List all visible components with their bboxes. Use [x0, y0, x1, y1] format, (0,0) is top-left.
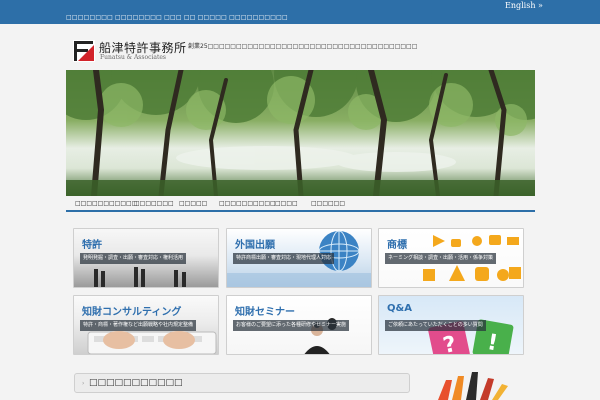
site-tagline: □□□□□□□□ □□□□□□□□ □□□ □□ □□□□□ □□□□□□□□□… — [66, 14, 288, 21]
english-link[interactable]: English » — [505, 1, 543, 10]
top-bar: □□□□□□□□ □□□□□□□□ □□□ □□ □□□□□ □□□□□□□□□… — [0, 0, 600, 24]
tile-subtitle: 特許商標出願・審査対応・現地代理人対応 — [233, 253, 335, 264]
tile-subtitle: ご依頼にあたっていただくことの多い質問 — [385, 320, 486, 331]
news-section-title: □□□□□□□□□□□ — [89, 378, 183, 388]
tile-subtitle: 特許・商標・著作権など出願戦略や社内規定整備 — [80, 320, 197, 331]
logo-subtext: Funatsu & Associates — [100, 54, 166, 61]
tile-consulting[interactable]: 知財コンサルティング 特許・商標・著作権など出願戦略や社内規定整備 — [73, 295, 219, 355]
nav-item-6[interactable]: □□□□□□ — [311, 200, 345, 207]
tile-title: 知財コンサルティング — [82, 307, 182, 318]
tile-title: 知財セミナー — [235, 307, 295, 318]
logo-icon[interactable] — [73, 40, 95, 62]
news-section-header[interactable]: › □□□□□□□□□□□ — [74, 373, 410, 393]
site-header: 船津特許事務所 Funatsu & Associates 創業25□□□□□□□… — [0, 24, 600, 70]
tile-trademark[interactable]: 商標 ネーミング相談・調査・出願・活用・係争対策 — [378, 228, 524, 288]
tree-canopy-image — [66, 70, 535, 196]
nav-item-3[interactable]: □□□□□ — [179, 200, 207, 207]
nav-item-2[interactable]: □□□□□□□ — [134, 200, 174, 207]
hands-image — [438, 372, 508, 400]
nav-item-4[interactable]: □□□□□□□□□□ — [219, 200, 276, 207]
header-description: 創業25□□□□□□□□□□□□□□□□□□□□□□□□□□□□□□□□□□□□… — [188, 43, 418, 50]
nav-item-5[interactable]: □□□□ — [275, 200, 298, 207]
tile-foreign-filing[interactable]: 外国出願 特許商標出願・審査対応・現地代理人対応 — [226, 228, 372, 288]
tile-title: 商標 — [387, 240, 407, 251]
tile-patent[interactable]: 特許 発明発掘・調査・出願・審査対応・権利活用 — [73, 228, 219, 288]
tile-title: 特許 — [82, 240, 102, 251]
hero-image — [66, 70, 535, 196]
tile-title: 外国出願 — [235, 240, 275, 251]
tile-title: Q&A — [387, 303, 412, 314]
nav-item-1[interactable]: □□□□□□□□□□□ — [75, 200, 137, 207]
tile-qa[interactable]: ? ! Q&A ご依頼にあたっていただくことの多い質問 — [378, 295, 524, 355]
tile-subtitle: お客様のご要望に添った各種研修やセミナー実施 — [233, 320, 350, 331]
tile-subtitle: 発明発掘・調査・出願・審査対応・権利活用 — [80, 253, 187, 264]
chevron-right-icon: › — [82, 380, 85, 387]
tile-seminar[interactable]: 知財セミナー お客様のご要望に添った各種研修やセミナー実施 — [226, 295, 372, 355]
tile-subtitle: ネーミング相談・調査・出願・活用・係争対策 — [385, 253, 497, 264]
main-nav: □□□□□□□□□□□ □□□□□□□ □□□□□ □□□□□□□□□□ □□□… — [66, 196, 535, 212]
